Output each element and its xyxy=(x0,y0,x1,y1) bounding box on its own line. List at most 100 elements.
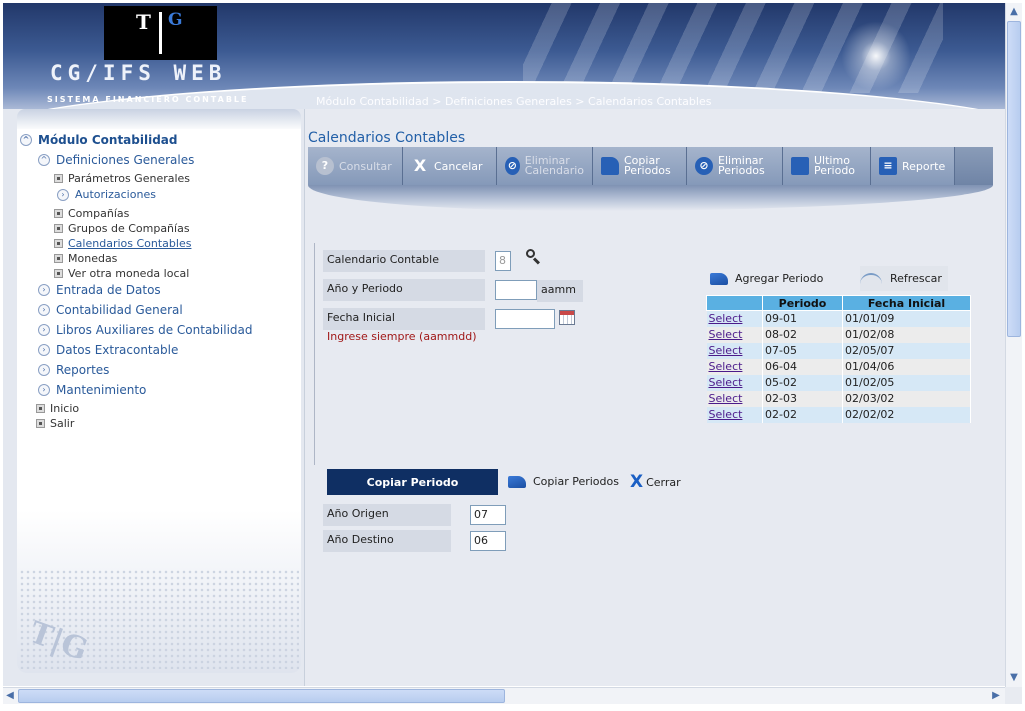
table-cell-periodo: 08-02 xyxy=(762,326,843,343)
sidebar-item-label: Monedas xyxy=(68,252,118,265)
scroll-up-icon[interactable]: ▲ xyxy=(1007,5,1021,19)
button-label: Consultar xyxy=(339,159,392,173)
sidebar-item-autorizaciones[interactable]: › Autorizaciones xyxy=(57,188,156,201)
sidebar-item-datos-extracontable[interactable]: › Datos Extracontable xyxy=(38,343,178,357)
table-row: Select 08-02 01/02/08 xyxy=(706,326,971,343)
sidebar-item-label: Reportes xyxy=(56,363,110,377)
select-link[interactable]: Select xyxy=(709,392,743,405)
table-cell-fecha: 01/02/08 xyxy=(842,326,971,343)
table-cell: Select xyxy=(706,358,763,375)
anio-destino-field[interactable]: 06 xyxy=(470,531,506,551)
logo-bar xyxy=(159,12,162,54)
column-header-fecha: Fecha Inicial xyxy=(842,295,971,311)
button-label: Copiar Periodos xyxy=(624,155,671,176)
horizontal-scroll-thumb[interactable] xyxy=(18,689,505,703)
select-link[interactable]: Select xyxy=(709,312,743,325)
bullet-icon xyxy=(37,420,44,427)
arrow-right-icon: › xyxy=(38,324,50,336)
table-cell-fecha: 02/03/02 xyxy=(842,390,971,407)
anio-periodo-unit: aamm xyxy=(537,280,583,302)
scroll-right-icon[interactable]: ▶ xyxy=(989,689,1003,703)
select-link[interactable]: Select xyxy=(709,360,743,373)
copiar-periodo-button[interactable]: Copiar Periodo xyxy=(327,469,498,495)
table-cell-fecha: 01/01/09 xyxy=(842,310,971,327)
table-cell-periodo: 06-04 xyxy=(762,358,843,375)
sidebar-item-grupos-companias[interactable]: Grupos de Compañías xyxy=(55,222,190,235)
scroll-left-icon[interactable]: ◀ xyxy=(3,689,17,703)
table-row: Select 07-05 02/05/07 xyxy=(706,342,971,359)
sidebar-item-modulo-contabilidad[interactable]: ^ Módulo Contabilidad xyxy=(20,133,178,147)
select-link[interactable]: Select xyxy=(709,376,743,389)
sidebar-item-label: Definiciones Generales xyxy=(56,153,195,167)
select-link[interactable]: Select xyxy=(709,344,743,357)
select-link[interactable]: Select xyxy=(709,328,743,341)
table-cell: Select xyxy=(706,342,763,359)
sidebar-item-companias[interactable]: Compañías xyxy=(55,207,129,220)
arrow-right-icon: › xyxy=(57,188,69,201)
cancelar-button[interactable]: X Cancelar xyxy=(403,147,497,185)
table-header-row: Periodo Fecha Inicial xyxy=(706,295,971,311)
refrescar-link[interactable]: Refrescar xyxy=(860,266,948,291)
copiar-periodos-link[interactable]: Copiar Periodos xyxy=(508,475,619,488)
select-link[interactable]: Select xyxy=(709,408,743,421)
sidebar-top-curve xyxy=(17,109,301,131)
sidebar-item-entrada-datos[interactable]: › Entrada de Datos xyxy=(38,283,161,297)
sidebar-item-salir[interactable]: Salir xyxy=(37,417,74,430)
header-glow xyxy=(841,21,911,91)
fecha-inicial-field[interactable] xyxy=(495,309,555,329)
eliminar-periodos-button[interactable]: ⊘ Eliminar Periodos xyxy=(687,147,783,185)
sidebar-item-label: Entrada de Datos xyxy=(56,283,161,297)
copiar-periodos-button[interactable]: Copiar Periodos xyxy=(593,147,687,185)
sidebar-item-libros-auxiliares[interactable]: › Libros Auxiliares de Contabilidad xyxy=(38,323,253,337)
button-label: Ultimo Periodo xyxy=(814,155,855,176)
anio-origen-field[interactable]: 07 xyxy=(470,505,506,525)
table-cell-fecha: 02/05/07 xyxy=(842,342,971,359)
vertical-scrollbar[interactable]: ▲ ▼ xyxy=(1005,3,1022,687)
calendario-field[interactable]: 8 xyxy=(495,251,511,271)
sidebar-item-label: Libros Auxiliares de Contabilidad xyxy=(56,323,253,337)
sidebar-item-label: Compañías xyxy=(68,207,130,220)
sidebar-item-reportes[interactable]: › Reportes xyxy=(38,363,109,377)
consultar-button[interactable]: ? Consultar xyxy=(308,147,403,185)
agregar-periodo-link[interactable]: Agregar Periodo xyxy=(710,272,823,285)
sidebar-item-monedas[interactable]: Monedas xyxy=(55,252,117,265)
calendar-icon[interactable] xyxy=(559,310,575,325)
sidebar-item-label: Parámetros Generales xyxy=(68,172,191,185)
sidebar-item-parametros-generales[interactable]: Parámetros Generales xyxy=(55,172,190,185)
arrow-right-icon: › xyxy=(38,344,50,356)
cerrar-link[interactable]: X Cerrar xyxy=(630,472,681,492)
table-cell-fecha: 02/02/02 xyxy=(842,406,971,423)
action-label: Cerrar xyxy=(646,475,681,489)
table-cell: Select xyxy=(706,326,763,343)
sidebar-item-contabilidad-general[interactable]: › Contabilidad General xyxy=(38,303,183,317)
anio-periodo-field[interactable] xyxy=(495,280,537,300)
eliminar-calendario-button[interactable]: ⊘ Eliminar Calendario xyxy=(497,147,593,185)
bullet-icon xyxy=(37,405,44,412)
app-title: CG/IFS WEB xyxy=(50,61,227,85)
table-cell: Select xyxy=(706,390,763,407)
sidebar-item-mantenimiento[interactable]: › Mantenimiento xyxy=(38,383,146,397)
horizontal-scrollbar[interactable]: ◀ ▶ xyxy=(3,687,1005,704)
collapse-icon: ^ xyxy=(20,134,32,146)
search-icon[interactable] xyxy=(526,249,541,265)
sidebar-item-definiciones-generales[interactable]: ^ Definiciones Generales xyxy=(38,153,194,167)
periodos-table: Periodo Fecha Inicial Select 09-01 01/01… xyxy=(706,295,971,423)
anio-destino-label: Año Destino xyxy=(323,530,451,552)
vertical-scroll-thumb[interactable] xyxy=(1007,21,1021,337)
button-label: Eliminar Periodos xyxy=(718,155,765,176)
app-header: T G CG/IFS WEB SISTEMA FINANCIERO CONTAB… xyxy=(3,3,1005,109)
sidebar-item-ver-otra-moneda[interactable]: Ver otra moneda local xyxy=(55,267,189,280)
sidebar-item-label: Grupos de Compañías xyxy=(68,222,190,235)
sidebar-item-label: Contabilidad General xyxy=(56,303,183,317)
arrow-right-icon: › xyxy=(38,304,50,316)
logo-letter-t: T xyxy=(136,10,151,34)
reporte-button[interactable]: ≡ Reporte xyxy=(871,147,955,185)
collapse-icon: ^ xyxy=(38,154,50,166)
ultimo-periodo-button[interactable]: Ultimo Periodo xyxy=(783,147,871,185)
sidebar-item-calendarios-contables[interactable]: Calendarios Contables xyxy=(55,237,191,250)
scrollbar-corner xyxy=(1005,687,1022,704)
sidebar-item-inicio[interactable]: Inicio xyxy=(37,402,79,415)
sidebar-item-label: Autorizaciones xyxy=(75,188,156,201)
divider xyxy=(314,243,315,465)
scroll-down-icon[interactable]: ▼ xyxy=(1007,671,1021,685)
